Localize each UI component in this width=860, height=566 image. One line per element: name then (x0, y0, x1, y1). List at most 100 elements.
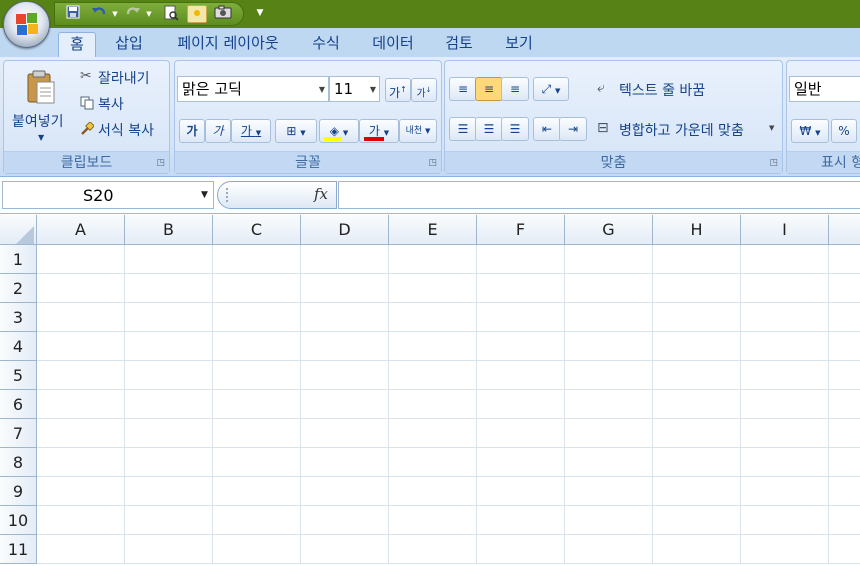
cell[interactable] (37, 390, 125, 419)
phonetic-guide-button[interactable]: 내천 ▼ (399, 119, 437, 143)
cell[interactable] (125, 419, 213, 448)
merge-center-dropdown-icon[interactable]: ▼ (769, 124, 774, 132)
cell[interactable] (213, 274, 301, 303)
cell[interactable] (565, 361, 653, 390)
fill-color-dropdown-icon[interactable]: ▼ (343, 129, 348, 137)
cell[interactable] (477, 332, 565, 361)
cell[interactable] (477, 390, 565, 419)
cell[interactable] (213, 245, 301, 274)
cell[interactable] (477, 361, 565, 390)
cell[interactable] (301, 245, 389, 274)
cell[interactable] (565, 506, 653, 535)
tab-data[interactable]: 데이터 (364, 32, 422, 58)
column-header-a[interactable]: A (37, 215, 125, 245)
row-header-4[interactable]: 4 (0, 332, 37, 361)
cell[interactable] (653, 419, 741, 448)
copy-button[interactable]: 복사 (78, 93, 168, 115)
cell[interactable] (653, 361, 741, 390)
row-header-2[interactable]: 2 (0, 274, 37, 303)
column-header-f[interactable]: F (477, 215, 565, 245)
redo-dropdown-icon[interactable]: ▼ (139, 5, 159, 23)
cell[interactable] (565, 535, 653, 564)
tab-home[interactable]: 홈 (58, 32, 96, 58)
fill-color-button[interactable]: ◈ ▼ (319, 119, 359, 143)
cell[interactable] (829, 274, 860, 303)
align-bottom-button[interactable]: ≡ (501, 77, 529, 101)
cell[interactable] (125, 274, 213, 303)
undo-dropdown-icon[interactable]: ▼ (105, 5, 125, 23)
row-header-5[interactable]: 5 (0, 361, 37, 390)
cell[interactable] (389, 477, 477, 506)
cell[interactable] (741, 419, 829, 448)
cell[interactable] (829, 506, 860, 535)
tab-insert[interactable]: 삽입 (108, 32, 150, 58)
column-header-e[interactable]: E (389, 215, 477, 245)
column-header-d[interactable]: D (301, 215, 389, 245)
tab-view[interactable]: 보기 (498, 32, 540, 58)
font-dialog-launcher-icon[interactable]: ◳ (428, 158, 437, 168)
cell[interactable] (389, 419, 477, 448)
cell[interactable] (829, 419, 860, 448)
cell[interactable] (741, 361, 829, 390)
font-name-combo[interactable]: 맑은 고딕 ▼ (177, 76, 329, 102)
cell[interactable] (741, 303, 829, 332)
cell[interactable] (389, 332, 477, 361)
cell[interactable] (653, 303, 741, 332)
row-header-3[interactable]: 3 (0, 303, 37, 332)
highlight-icon[interactable] (187, 5, 207, 23)
cell[interactable] (37, 506, 125, 535)
underline-dropdown-icon[interactable]: ▼ (256, 129, 261, 137)
cell[interactable] (565, 419, 653, 448)
cell[interactable] (213, 390, 301, 419)
font-size-dropdown-icon[interactable]: ▼ (370, 78, 376, 102)
font-color-button[interactable]: 가 ▼ (359, 119, 399, 143)
cut-button[interactable]: ✂ 잘라내기 (78, 67, 168, 89)
cell[interactable] (213, 448, 301, 477)
cell[interactable] (213, 419, 301, 448)
cell[interactable] (741, 390, 829, 419)
align-top-button[interactable]: ≡ (449, 77, 477, 101)
cell[interactable] (565, 390, 653, 419)
cell[interactable] (653, 245, 741, 274)
cell[interactable] (565, 274, 653, 303)
cell[interactable] (37, 332, 125, 361)
align-left-button[interactable]: ☰ (449, 117, 477, 141)
paste-button[interactable]: 붙여넣기 ▼ (8, 63, 74, 149)
cell[interactable] (125, 245, 213, 274)
cell[interactable] (37, 477, 125, 506)
row-header-11[interactable]: 11 (0, 535, 37, 564)
cell[interactable] (213, 361, 301, 390)
font-size-combo[interactable]: 11 ▼ (329, 76, 380, 102)
cell[interactable] (565, 303, 653, 332)
currency-button[interactable]: ₩ ▼ (791, 119, 829, 143)
cell[interactable] (125, 535, 213, 564)
cell[interactable] (389, 361, 477, 390)
cell[interactable] (301, 506, 389, 535)
cell[interactable] (741, 274, 829, 303)
cell[interactable] (213, 506, 301, 535)
column-header-h[interactable]: H (653, 215, 741, 245)
cell[interactable] (653, 390, 741, 419)
cell[interactable] (741, 535, 829, 564)
cell[interactable] (653, 332, 741, 361)
save-icon[interactable] (63, 5, 83, 23)
number-format-combo[interactable]: 일반 (789, 76, 860, 102)
select-all-button[interactable] (0, 215, 37, 245)
merge-center-button[interactable]: ⊟ 병합하고 가운데 맞춤 ▼ (595, 118, 781, 142)
font-name-dropdown-icon[interactable]: ▼ (319, 78, 325, 102)
cell[interactable] (477, 477, 565, 506)
cell[interactable] (213, 535, 301, 564)
row-header-9[interactable]: 9 (0, 477, 37, 506)
cell[interactable] (125, 506, 213, 535)
currency-dropdown-icon[interactable]: ▼ (815, 129, 820, 137)
italic-button[interactable]: 가 (205, 119, 231, 143)
row-header-8[interactable]: 8 (0, 448, 37, 477)
cell[interactable] (213, 303, 301, 332)
cell[interactable] (301, 303, 389, 332)
bold-button[interactable]: 가 (179, 119, 205, 143)
cell[interactable] (741, 448, 829, 477)
cell[interactable] (477, 535, 565, 564)
cell[interactable] (301, 477, 389, 506)
underline-button[interactable]: 가 ▼ (231, 119, 271, 143)
wrap-text-button[interactable]: ⤶ 텍스트 줄 바꿈 (595, 78, 775, 102)
